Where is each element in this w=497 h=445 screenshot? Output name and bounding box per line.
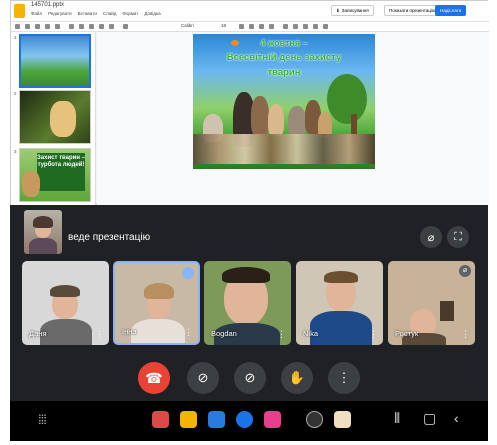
print-icon[interactable] xyxy=(45,24,50,29)
participant-tile[interactable]: Даня ⋮ xyxy=(22,261,109,345)
participant-tile[interactable]: Bogdan ⋮ xyxy=(204,261,291,345)
presenter-thumbnail[interactable] xyxy=(24,210,62,254)
font-select[interactable]: Calibri xyxy=(181,23,194,28)
select-icon[interactable] xyxy=(69,24,74,29)
underline-icon[interactable] xyxy=(259,24,264,29)
calendar-app-icon[interactable] xyxy=(208,411,225,428)
fullscreen-icon[interactable]: ⛶ xyxy=(447,226,469,248)
menu-bar: Файл Редагувати Вставити Слайд Формат До… xyxy=(31,11,161,16)
camera-off-icon: ⊘ xyxy=(197,370,209,385)
participant-name: Ростук xyxy=(395,329,419,338)
image-icon[interactable] xyxy=(89,24,94,29)
raise-hand-button[interactable]: ✋ xyxy=(281,362,313,394)
participant-tile[interactable]: Nika ⋮ xyxy=(296,261,383,345)
menu-file[interactable]: Файл xyxy=(31,11,42,16)
align-left-icon[interactable] xyxy=(283,24,288,29)
participant-name: Даня xyxy=(29,329,47,338)
game-app-icon[interactable] xyxy=(334,411,351,428)
files-app-icon[interactable] xyxy=(180,411,197,428)
title-bar: 145701.pptx Файл Редагувати Вставити Сла… xyxy=(11,1,489,21)
menu-edit[interactable]: Редагувати xyxy=(48,11,72,16)
more-options-button[interactable]: ⋮ xyxy=(328,362,360,394)
menu-slide[interactable]: Слайд xyxy=(103,11,117,16)
participant-name: Інна xyxy=(122,327,137,336)
redo-icon[interactable] xyxy=(35,24,40,29)
thumbnail-caption: Захист тварин – турбота людей! xyxy=(37,153,85,191)
shape-icon[interactable] xyxy=(99,24,104,29)
slide-thumbnail-1[interactable] xyxy=(19,34,91,88)
participant-tile[interactable]: Ростук ⋮ ⌀ xyxy=(388,261,475,345)
speaking-indicator-icon xyxy=(182,267,194,279)
toolbar: Calibri 18 xyxy=(11,21,489,32)
slide-thumbnail-2[interactable] xyxy=(19,90,91,144)
hand-icon: ✋ xyxy=(288,370,306,385)
more-options-icon[interactable]: ⋮ xyxy=(369,330,378,339)
meet-call-area: веде презентацію ⌀ ⛶ Даня ⋮ Інна ⋮ Bogda… xyxy=(10,205,488,401)
slides-logo-icon xyxy=(14,4,25,18)
present-button[interactable]: Показати презентацію xyxy=(384,5,441,16)
zoom-icon[interactable] xyxy=(55,24,60,29)
slide-filmstrip: 1 2 3 Захист тварин – турбота людей! xyxy=(11,32,96,206)
file-name[interactable]: 145701.pptx xyxy=(31,2,64,8)
mic-off-icon: ⌀ xyxy=(459,265,471,277)
italic-icon[interactable] xyxy=(249,24,254,29)
record-button[interactable]: ⬇ Записування xyxy=(331,5,374,16)
slide-thumbnail-3[interactable]: Захист тварин – турбота людей! xyxy=(19,148,91,202)
add-icon[interactable] xyxy=(15,24,20,29)
slide-title-line1: 4 жовтня – xyxy=(260,38,308,48)
participant-tile[interactable]: Інна ⋮ xyxy=(113,261,200,345)
camera-app-icon[interactable] xyxy=(264,411,281,428)
end-call-button[interactable]: ☎ xyxy=(138,362,170,394)
slide-title-line2: Всесвітній день захисту xyxy=(226,52,342,63)
text-color-icon[interactable] xyxy=(269,24,274,29)
download-icon: ⬇ xyxy=(336,7,340,13)
textbox-icon[interactable] xyxy=(79,24,84,29)
participant-name: Nika xyxy=(303,329,319,338)
messages-app-icon[interactable] xyxy=(236,411,253,428)
more-options-icon[interactable]: ⋮ xyxy=(184,328,193,337)
slide-number: 3 xyxy=(14,149,17,154)
align-center-icon[interactable] xyxy=(293,24,298,29)
slide-number: 2 xyxy=(14,91,17,96)
font-size-field[interactable]: 18 xyxy=(221,23,226,28)
line-icon[interactable] xyxy=(109,24,114,29)
phone-app-icon[interactable] xyxy=(306,411,323,428)
slide-number: 1 xyxy=(14,35,17,40)
phone-hangup-icon: ☎ xyxy=(145,369,163,386)
more-options-icon[interactable]: ⋮ xyxy=(95,330,104,339)
more-options-icon[interactable]: ⋮ xyxy=(277,330,286,339)
list-icon[interactable] xyxy=(313,24,318,29)
mic-off-icon: ⊘ xyxy=(244,370,256,385)
grid-icon[interactable]: ⁞⁞⁞ xyxy=(38,412,47,427)
camera-toggle-button[interactable]: ⊘ xyxy=(187,362,219,394)
align-right-icon[interactable] xyxy=(303,24,308,29)
more-vert-icon: ⋮ xyxy=(337,370,351,385)
menu-insert[interactable]: Вставити xyxy=(78,11,97,16)
menu-help[interactable]: Довідка xyxy=(144,11,160,16)
slide-title-line3: тварин xyxy=(267,67,301,78)
menu-format[interactable]: Формат xyxy=(122,11,138,16)
more-options-icon[interactable]: ⋮ xyxy=(461,330,470,339)
current-slide[interactable]: 4 жовтня – Всесвітній день захисту твари… xyxy=(193,34,375,169)
undo-icon[interactable] xyxy=(25,24,30,29)
bold-icon[interactable] xyxy=(239,24,244,29)
comment-icon[interactable] xyxy=(123,24,128,29)
presenting-label: веде презентацію xyxy=(68,232,151,243)
participant-name: Bogdan xyxy=(211,329,237,338)
share-button[interactable]: Надіслати xyxy=(435,5,467,16)
slides-app-icon[interactable] xyxy=(152,411,169,428)
recents-icon[interactable]: ⦀ xyxy=(394,410,400,427)
android-nav-bar: ⁞⁞⁞ ⦀ ▢ ‹ xyxy=(10,401,488,441)
indent-icon[interactable] xyxy=(323,24,328,29)
mic-toggle-button[interactable]: ⊘ xyxy=(234,362,266,394)
home-icon[interactable]: ▢ xyxy=(423,410,436,427)
mic-off-icon[interactable]: ⌀ xyxy=(420,226,442,248)
back-icon[interactable]: ‹ xyxy=(454,410,459,426)
